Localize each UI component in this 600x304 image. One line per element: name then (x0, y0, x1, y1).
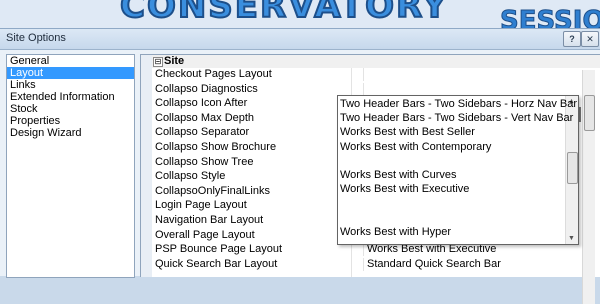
close-button[interactable]: ✕ (581, 31, 599, 47)
category-item[interactable]: Links (7, 79, 134, 91)
dropdown-option[interactable]: Works Best with Executive (340, 183, 469, 195)
category-item[interactable]: Properties (7, 115, 134, 127)
property-name: Navigation Bar Layout (155, 214, 264, 226)
property-name: PSP Bounce Page Layout (155, 243, 283, 256)
property-name: Collapso Diagnostics (155, 82, 258, 95)
category-item[interactable]: General (7, 55, 134, 67)
background-banner: CONSERVATORY SESSION (0, 0, 600, 30)
dropdown-option[interactable]: Two Header Bars - Two Sidebars - Vert Na… (340, 112, 573, 124)
grid-scrollbar-thumb[interactable] (584, 95, 595, 131)
grid-scrollbar[interactable] (582, 70, 595, 304)
dropdown-option[interactable]: Works Best with Curves (340, 169, 457, 181)
category-list: General Layout Links Extended Information St… (6, 54, 135, 278)
property-name: Collapso Style (155, 170, 226, 183)
property-name: CollapsoOnlyFinalLinks (155, 184, 270, 197)
property-name: Collapso Show Tree (155, 155, 254, 168)
property-row[interactable]: Collapso Diagnostics (152, 82, 600, 96)
banner-logo-subtext: SESSION (499, 6, 600, 31)
layout-dropdown-list: ▲ ▼ Two Header Bars - Two Sidebars - Hor… (337, 95, 579, 245)
property-name: Collapso Max Depth (155, 111, 255, 124)
grid-gutter (141, 55, 152, 277)
window-title: Site Options (6, 32, 66, 44)
property-value[interactable] (363, 68, 590, 81)
property-value[interactable]: Standard Quick Search Bar (363, 257, 590, 271)
category-item[interactable]: Layout (7, 67, 134, 79)
property-group-label: Site (164, 55, 185, 67)
category-item[interactable]: Stock (7, 103, 134, 115)
title-bar: Site Options ? ✕ (0, 29, 600, 50)
property-name: Collapso Separator (155, 126, 250, 139)
property-row[interactable]: Checkout Pages Layout (152, 68, 600, 81)
property-name: Quick Search Bar Layout (155, 257, 278, 270)
property-value[interactable] (363, 82, 590, 96)
property-name: Login Page Layout (155, 199, 247, 212)
property-name: Checkout Pages Layout (155, 68, 272, 80)
property-row[interactable]: Quick Search Bar Layout Standard Quick Se… (152, 257, 600, 271)
dropdown-option[interactable]: Works Best with Hyper (340, 226, 451, 238)
dropdown-option[interactable]: Two Header Bars - Two Sidebars - Horz Na… (340, 98, 577, 110)
collapse-toggle-icon[interactable]: ⊟ (153, 57, 163, 67)
dropdown-option[interactable]: Works Best with Best Seller (340, 126, 475, 138)
category-item[interactable]: Design Wizard (7, 127, 134, 139)
scroll-down-icon[interactable]: ▼ (568, 235, 575, 242)
property-row[interactable]: PSP Bounce Page Layout Works Best with Ex… (152, 243, 600, 257)
dropdown-option[interactable]: Works Best with Contemporary (340, 141, 491, 153)
property-value[interactable]: Works Best with Executive (363, 243, 590, 257)
property-name: Collapso Icon After (155, 97, 248, 110)
site-options-dialog: Site Options ? ✕ General Layout Links Exten… (0, 28, 600, 304)
property-name: Collapso Show Brochure (155, 141, 277, 153)
dropdown-scrollbar-thumb[interactable] (567, 152, 578, 184)
property-group-site: ⊟ Site (152, 55, 600, 68)
help-button[interactable]: ? (563, 31, 581, 47)
property-name: Overall Page Layout (155, 228, 255, 241)
category-item[interactable]: Extended Information (7, 91, 134, 103)
banner-logo-text: CONSERVATORY (119, 0, 449, 27)
